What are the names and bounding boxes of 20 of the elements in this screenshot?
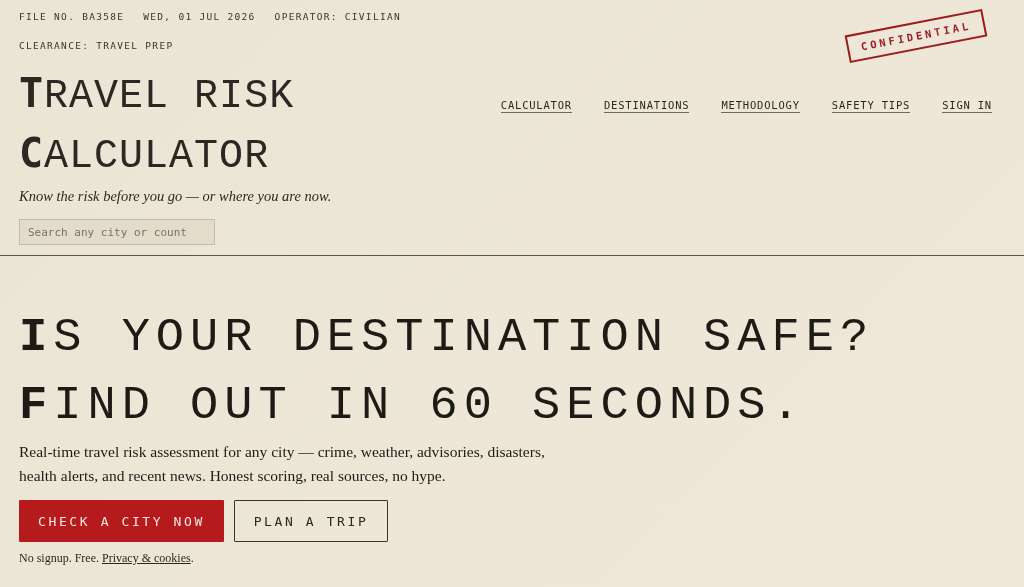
- tagline: Know the risk before you go — or where you are now.: [19, 188, 333, 205]
- meta-text: WED, 01 JUL 2026: [143, 11, 256, 22]
- hero-description: Real-time travel risk assessment for any city — crime, weather, advisories, disasters, health alerts, and recent news. Honest scoring, real sources, no hype.: [19, 442, 546, 486]
- hero-headline: FIND OUT IN 60 SECONDS.: [19, 378, 806, 434]
- nav-link[interactable]: SIGN IN: [942, 99, 992, 113]
- meta-text: FILE NO. BA358E: [19, 11, 125, 22]
- meta-text: OPERATOR: CIVILIAN: [274, 11, 401, 22]
- nav-link[interactable]: CALCULATOR: [500, 99, 572, 113]
- nav-link[interactable]: METHODOLOGY: [721, 99, 800, 113]
- page-title: TRAVEL RISK: [19, 69, 295, 121]
- privacy-link[interactable]: Privacy & cookies: [102, 551, 191, 565]
- search-field[interactable]: Search any city or count: [19, 219, 215, 245]
- nav-link[interactable]: DESTINATIONS: [604, 99, 690, 113]
- signup-note: No signup. Free. Privacy & cookies.: [19, 551, 195, 566]
- check-city-button[interactable]: CHECK A CITY NOW: [19, 500, 224, 542]
- clearance-text: CLEARANCE: TRAVEL PREP: [19, 40, 174, 51]
- nav-link[interactable]: SAFETY TIPS: [831, 99, 911, 113]
- page-title: CALCULATOR: [19, 129, 270, 181]
- hero-headline: IS YOUR DESTINATION SAFE?: [19, 310, 875, 366]
- plan-trip-button[interactable]: PLAN A TRIP: [234, 500, 388, 542]
